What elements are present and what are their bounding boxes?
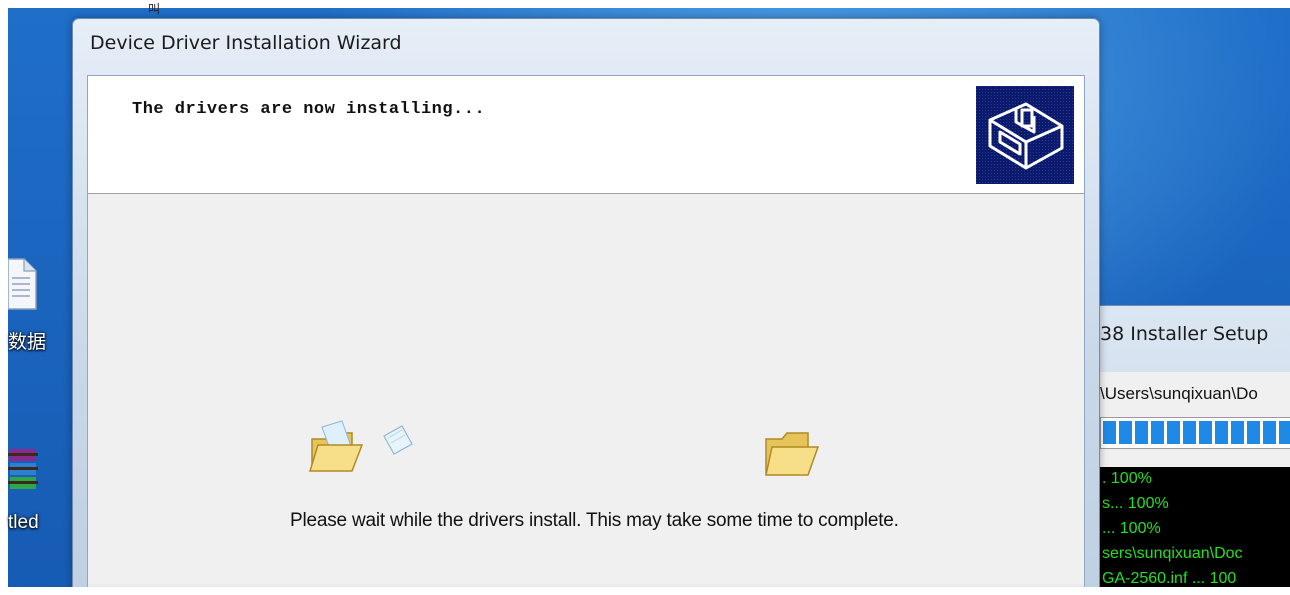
installer-progress-bar [1100, 417, 1290, 449]
wizard-client-area: The drivers are now installing... Please… [87, 75, 1085, 595]
folder-icon [764, 431, 820, 484]
installer-log-console: . 100% s... 100% ... 100% sers\sunqixuan… [1098, 467, 1290, 595]
console-line: GA-2560.inf ... 100 [1102, 570, 1237, 587]
installer-client-area: \Users\sunqixuan\Do . 100% s... 100% ...… [1098, 372, 1290, 595]
progress-fill [1103, 421, 1290, 444]
install-animation-area: Please wait while the drivers install. T… [88, 194, 1084, 595]
hardware-drive-icon [976, 86, 1074, 184]
wizard-header-panel: The drivers are now installing... [88, 76, 1084, 194]
install-wait-message: Please wait while the drivers install. T… [290, 510, 899, 531]
document-icon [7, 258, 37, 310]
installer-setup-window[interactable]: 38 Installer Setup \Users\sunqixuan\Do .… [1087, 305, 1290, 595]
wizard-header-text: The drivers are now installing... [132, 100, 486, 119]
wizard-window-title: Device Driver Installation Wizard [90, 32, 402, 54]
installer-window-title: 38 Installer Setup [1100, 323, 1269, 345]
desktop-icon-label[interactable]: 数据 [8, 327, 46, 354]
winrar-archive-icon [8, 449, 38, 489]
driver-installation-wizard-window[interactable]: Device Driver Installation Wizard The dr… [72, 18, 1100, 595]
desktop-icon-label[interactable]: tled [8, 512, 39, 534]
console-line: s... 100% [1102, 495, 1169, 512]
console-line: sers\sunqixuan\Doc [1102, 545, 1243, 562]
flying-paper-icon [380, 422, 416, 463]
open-folder-icon [308, 419, 370, 486]
install-path-text: \Users\sunqixuan\Do [1100, 384, 1258, 403]
screen-edge-left [0, 0, 8, 595]
desktop: 叫 数据 tled 38 Installer Setup \Users\sunq… [0, 0, 1290, 595]
screen-edge-bottom [0, 587, 1290, 595]
desktop-icon-document[interactable] [7, 255, 38, 316]
desktop-top-glyph: 叫 [148, 2, 161, 16]
console-line: . 100% [1102, 470, 1152, 487]
screen-edge-top [0, 0, 1290, 8]
console-line: ... 100% [1102, 520, 1161, 537]
desktop-icon-archive[interactable] [8, 445, 38, 500]
